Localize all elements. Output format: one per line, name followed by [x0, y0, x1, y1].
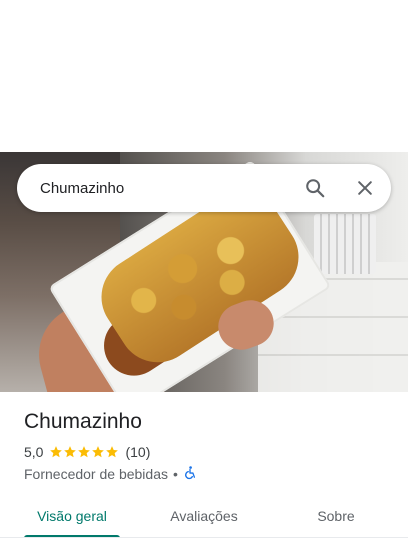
star-icon [106, 446, 119, 458]
tab-about[interactable]: Sobre [264, 494, 408, 538]
rating-value: 5,0 [24, 444, 44, 460]
wheelchair-icon [183, 465, 197, 483]
separator: • [173, 466, 178, 482]
photo-background-crate [314, 214, 376, 274]
search-bar[interactable]: Chumazinho [17, 164, 391, 212]
close-icon[interactable] [353, 176, 377, 200]
star-icon [92, 446, 105, 458]
star-icon [50, 446, 63, 458]
tab-bar: Visão geral Avaliações Sobre [0, 494, 408, 538]
place-title: Chumazinho [24, 410, 142, 433]
tab-overview[interactable]: Visão geral [0, 494, 144, 538]
star-icon [64, 446, 77, 458]
star-rating [49, 445, 119, 459]
divider [0, 537, 408, 538]
category-row: Fornecedor de bebidas • [24, 465, 197, 483]
tab-reviews[interactable]: Avaliações [132, 494, 276, 538]
star-icon [78, 446, 91, 458]
rating-row[interactable]: 5,0 (10) [24, 444, 150, 460]
search-input[interactable]: Chumazinho [40, 180, 391, 197]
search-icon[interactable] [303, 176, 327, 200]
review-count[interactable]: (10) [125, 444, 150, 460]
place-category: Fornecedor de bebidas [24, 466, 168, 482]
